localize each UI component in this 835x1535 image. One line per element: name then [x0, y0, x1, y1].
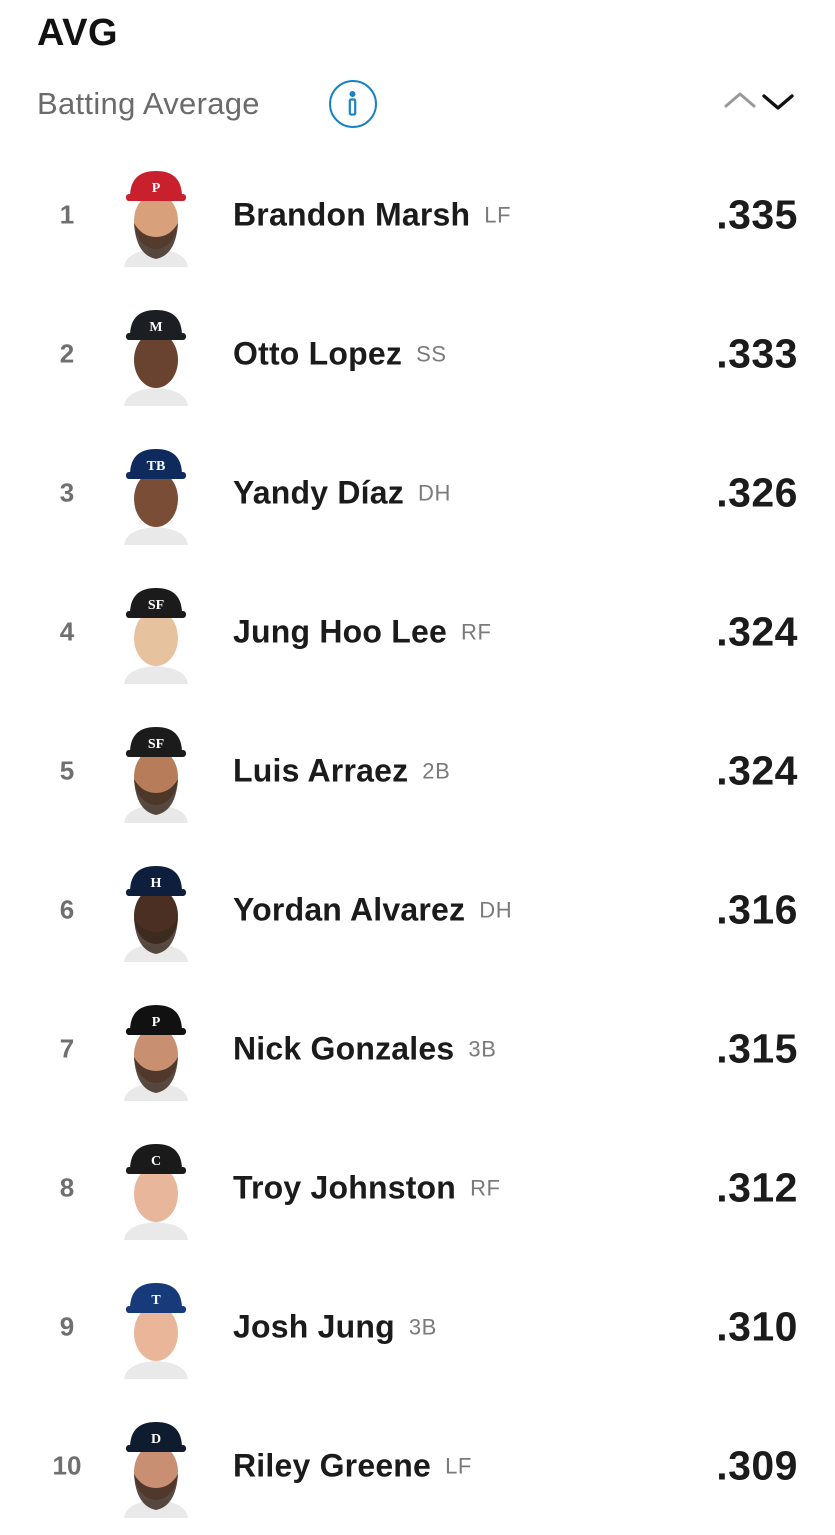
- player-name[interactable]: Brandon Marsh: [233, 196, 470, 232]
- stat-value: .316: [716, 886, 798, 932]
- player-name[interactable]: Nick Gonzales: [233, 1030, 454, 1066]
- rank-number: 8: [59, 1172, 75, 1202]
- player-position: 3B: [468, 1036, 497, 1061]
- svg-text:P: P: [152, 181, 161, 196]
- svg-text:C: C: [151, 1154, 161, 1169]
- player-position: RF: [460, 619, 492, 644]
- leader-row[interactable]: 9 T Josh Jung 3B .310: [0, 1257, 835, 1396]
- player-name[interactable]: Yordan Alvarez: [233, 891, 465, 927]
- rank-number: 10: [52, 1450, 82, 1480]
- svg-text:SF: SF: [148, 598, 164, 613]
- player-position: DH: [417, 480, 451, 505]
- leader-row[interactable]: 5 SF Luis Arraez 2B .324: [0, 701, 835, 840]
- player-headshot[interactable]: C: [118, 1136, 194, 1240]
- player-info: Yandy Díaz DH: [233, 474, 451, 511]
- player-info: Riley Greene LF: [233, 1447, 472, 1484]
- player-info: Nick Gonzales 3B: [233, 1030, 496, 1067]
- stat-value: .324: [716, 608, 798, 654]
- leader-row[interactable]: 10 D Riley Greene LF .309: [0, 1396, 835, 1535]
- player-headshot[interactable]: P: [118, 163, 194, 267]
- stat-title: AVG: [37, 12, 119, 54]
- stat-value: .333: [716, 330, 798, 376]
- stat-value: .335: [716, 191, 798, 237]
- leader-row[interactable]: 2 M Otto Lopez SS .333: [0, 284, 835, 423]
- player-position: RF: [470, 1175, 501, 1200]
- rank-number: 4: [59, 616, 75, 646]
- svg-text:D: D: [151, 1432, 161, 1447]
- stat-value: .315: [716, 1025, 798, 1071]
- player-position: 3B: [408, 1314, 437, 1339]
- chevron-down-icon: [762, 94, 794, 110]
- rank-number: 1: [59, 199, 75, 229]
- player-info: Troy Johnston RF: [233, 1169, 501, 1206]
- player-position: SS: [416, 341, 447, 366]
- rank-number: 7: [59, 1033, 75, 1063]
- player-name[interactable]: Jung Hoo Lee: [233, 613, 447, 649]
- leader-row[interactable]: 7 P Nick Gonzales 3B .315: [0, 979, 835, 1118]
- chevron-up-icon: [724, 92, 756, 108]
- leader-row[interactable]: 6 H Yordan Alvarez DH .316: [0, 840, 835, 979]
- player-headshot[interactable]: SF: [118, 580, 194, 684]
- player-info: Otto Lopez SS: [233, 335, 447, 372]
- stat-value: .324: [716, 747, 798, 793]
- player-headshot[interactable]: D: [118, 1414, 194, 1518]
- rank-number: 6: [59, 894, 75, 924]
- player-headshot[interactable]: T: [118, 1275, 194, 1379]
- player-position: 2B: [422, 758, 451, 783]
- leader-row[interactable]: 4 SF Jung Hoo Lee RF .324: [0, 562, 835, 701]
- rank-number: 5: [59, 755, 75, 785]
- player-headshot[interactable]: M: [118, 302, 194, 406]
- svg-text:P: P: [152, 1015, 161, 1030]
- player-name[interactable]: Josh Jung: [233, 1308, 395, 1344]
- rank-number: 9: [59, 1311, 75, 1341]
- stat-value: .310: [716, 1303, 798, 1349]
- player-info: Brandon Marsh LF: [233, 196, 511, 233]
- player-info: Yordan Alvarez DH: [233, 891, 512, 928]
- stat-header: Batting Average: [37, 78, 798, 132]
- rank-number: 3: [59, 477, 75, 507]
- player-position: DH: [479, 897, 513, 922]
- stat-value: .312: [716, 1164, 798, 1210]
- player-name[interactable]: Luis Arraez: [233, 752, 408, 788]
- svg-text:H: H: [151, 876, 162, 891]
- leader-row[interactable]: 1 P Brandon Marsh LF .335: [0, 145, 835, 284]
- player-name[interactable]: Otto Lopez: [233, 335, 402, 371]
- stat-value: .326: [716, 469, 798, 515]
- sort-toggle[interactable]: [722, 86, 798, 116]
- player-position: LF: [484, 202, 512, 227]
- player-name[interactable]: Riley Greene: [233, 1447, 431, 1483]
- player-headshot[interactable]: TB: [118, 441, 194, 545]
- svg-text:M: M: [149, 320, 162, 335]
- svg-text:T: T: [151, 1293, 161, 1308]
- player-name[interactable]: Troy Johnston: [233, 1169, 456, 1205]
- stat-value: .309: [716, 1442, 798, 1488]
- player-headshot[interactable]: H: [118, 858, 194, 962]
- svg-text:SF: SF: [148, 737, 164, 752]
- info-icon[interactable]: [329, 80, 377, 128]
- svg-text:TB: TB: [147, 459, 166, 474]
- player-info: Luis Arraez 2B: [233, 752, 450, 789]
- player-name[interactable]: Yandy Díaz: [233, 474, 404, 510]
- player-headshot[interactable]: P: [118, 997, 194, 1101]
- leader-row[interactable]: 8 C Troy Johnston RF .312: [0, 1118, 835, 1257]
- player-headshot[interactable]: SF: [118, 719, 194, 823]
- player-info: Josh Jung 3B: [233, 1308, 437, 1345]
- leaderboard-list: 1 P Brandon Marsh LF .335 2 M Otto Lopez SS .333 3…: [0, 145, 835, 1535]
- leader-row[interactable]: 3 TB Yandy Díaz DH .326: [0, 423, 835, 562]
- rank-number: 2: [59, 338, 75, 368]
- stat-subtitle: Batting Average: [37, 86, 260, 121]
- player-position: LF: [445, 1453, 472, 1478]
- player-info: Jung Hoo Lee RF: [233, 613, 492, 650]
